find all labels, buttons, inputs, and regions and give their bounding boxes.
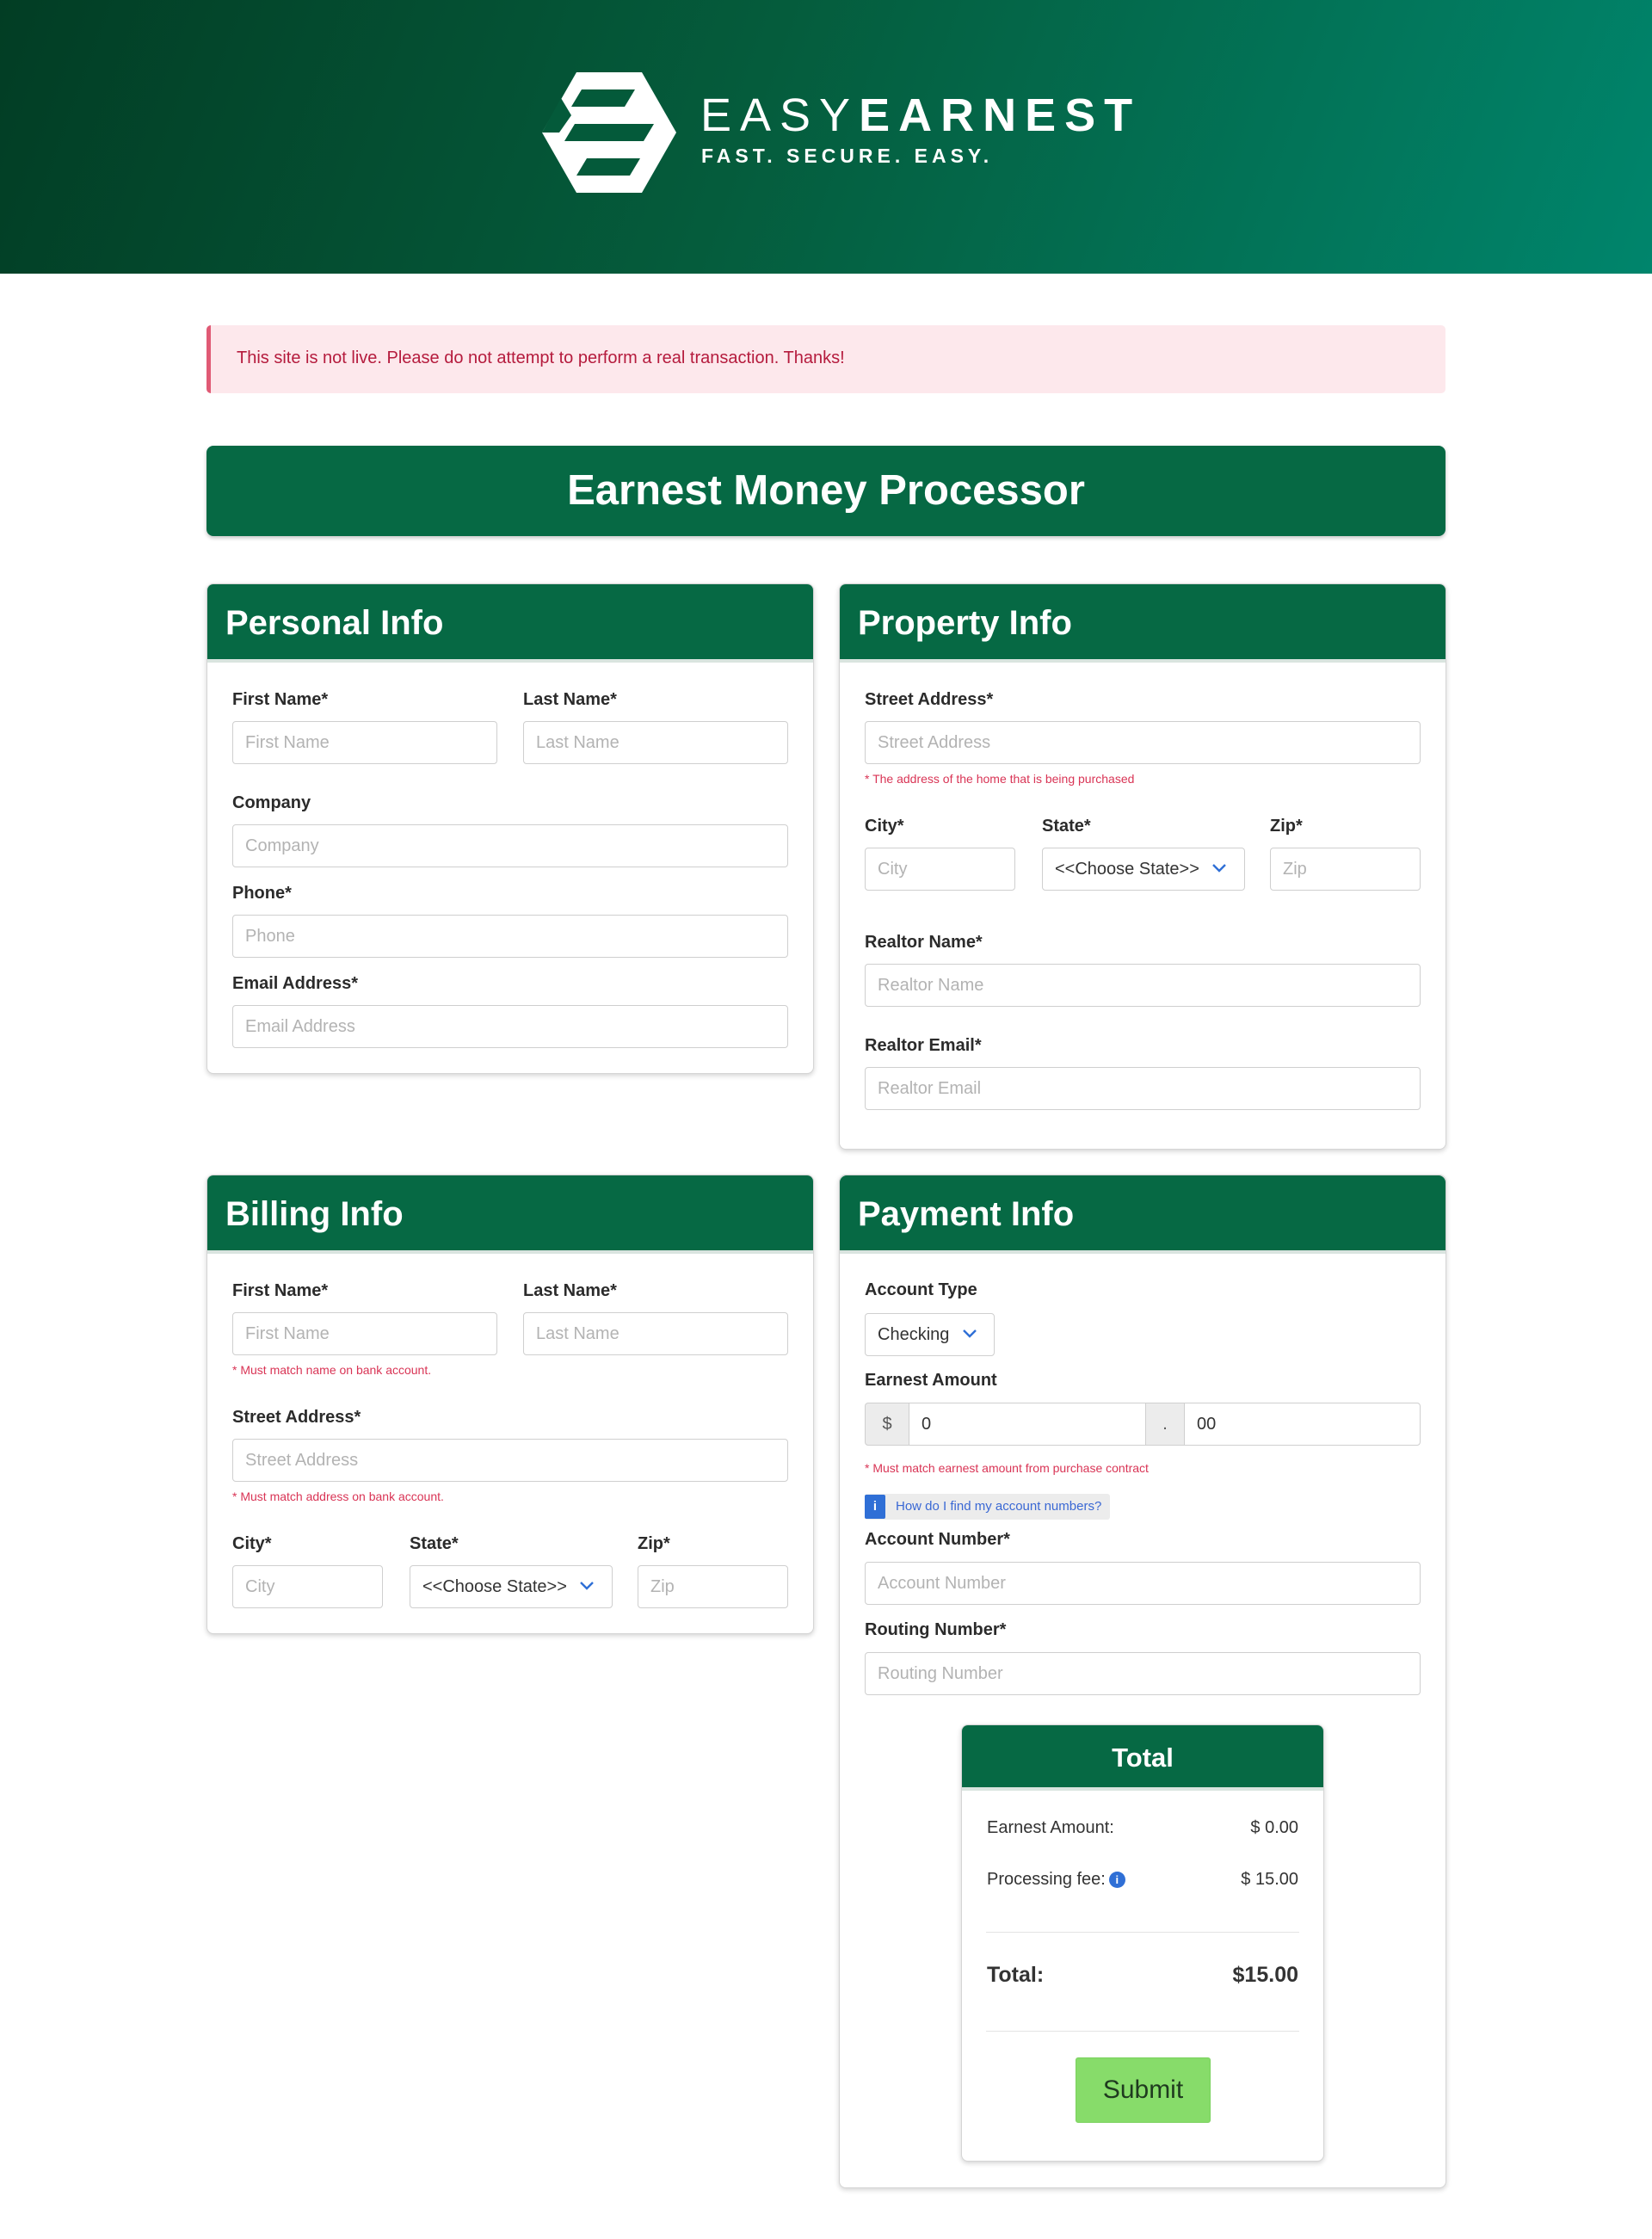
decimal-addon: . (1145, 1403, 1185, 1446)
realtor-name-input[interactable] (865, 964, 1421, 1007)
realtor-email-label: Realtor Email* (865, 1036, 982, 1055)
billing-street-label: Street Address* (232, 1408, 361, 1427)
phone-input[interactable] (232, 915, 788, 958)
info-icon: i (865, 1495, 885, 1519)
company-label: Company (232, 793, 311, 812)
brand-tagline: FAST. SECURE. EASY. (701, 145, 994, 167)
property-state-select[interactable]: <<Choose State>> (1042, 848, 1245, 891)
brand-name-light: EASY (700, 89, 860, 141)
billing-city-label: City* (232, 1534, 272, 1553)
page-title: Earnest Money Processor (206, 446, 1446, 536)
site-header: EASYEARNEST FAST. SECURE. EASY. (0, 0, 1652, 274)
billing-info-title: Billing Info (207, 1175, 813, 1254)
personal-first-name-label: First Name* (232, 690, 329, 709)
billing-zip-label: Zip* (638, 1534, 670, 1553)
account-type-value: Checking (878, 1325, 950, 1344)
property-info-title: Property Info (840, 584, 1446, 663)
property-city-label: City* (865, 817, 904, 836)
earnest-amount-label: Earnest Amount (865, 1371, 997, 1390)
personal-info-title: Personal Info (207, 584, 813, 663)
earnest-amount-hint: * Must match earnest amount from purchas… (865, 1461, 1149, 1475)
divider (986, 2031, 1299, 2032)
routing-number-label: Routing Number* (865, 1620, 1007, 1639)
property-zip-input[interactable] (1270, 848, 1421, 891)
company-input[interactable] (232, 824, 788, 867)
chevron-down-icon (963, 1329, 977, 1338)
account-numbers-help-text: How do I find my account numbers? (896, 1499, 1102, 1514)
total-title: Total (962, 1725, 1323, 1791)
billing-first-name-label: First Name* (232, 1281, 329, 1300)
earnest-amount-summary-label: Earnest Amount: (987, 1818, 1114, 1837)
total-card: Total Earnest Amount: $ 0.00 Processing … (961, 1724, 1324, 2162)
personal-info-card: Personal Info First Name* Last Name* Com… (206, 583, 814, 1074)
fee-info-icon[interactable]: i (1108, 1872, 1125, 1888)
total-value: $15.00 (1232, 1963, 1298, 1987)
processing-fee-value: $ 15.00 (1241, 1870, 1298, 1889)
amount-cents-input[interactable] (1184, 1403, 1421, 1446)
property-street-input[interactable] (865, 721, 1421, 764)
billing-name-hint: * Must match name on bank account. (232, 1363, 432, 1377)
realtor-name-label: Realtor Name* (865, 933, 983, 952)
billing-info-card: Billing Info First Name* Last Name* * Mu… (206, 1175, 814, 1634)
easyearnest-logo-icon (542, 72, 676, 193)
email-input[interactable] (232, 1005, 788, 1048)
personal-last-name-label: Last Name* (523, 690, 617, 709)
property-street-hint: * The address of the home that is being … (865, 772, 1135, 786)
property-info-card: Property Info Street Address* * The addr… (839, 583, 1446, 1150)
billing-zip-input[interactable] (638, 1565, 788, 1608)
divider (986, 1932, 1299, 1933)
account-number-input[interactable] (865, 1562, 1421, 1605)
billing-street-input[interactable] (232, 1439, 788, 1482)
property-state-label: State* (1042, 817, 1091, 836)
billing-state-value: <<Choose State>> (422, 1577, 567, 1596)
processing-fee-label: Processing fee: i (987, 1870, 1125, 1890)
billing-first-name-input[interactable] (232, 1312, 497, 1355)
routing-number-input[interactable] (865, 1652, 1421, 1695)
account-numbers-help-link[interactable]: i How do I find my account numbers? (865, 1494, 1111, 1520)
chevron-down-icon (1212, 864, 1226, 873)
billing-state-label: State* (410, 1534, 459, 1553)
account-type-select[interactable]: Checking (865, 1313, 995, 1356)
billing-street-hint: * Must match address on bank account. (232, 1490, 444, 1503)
personal-last-name-input[interactable] (523, 721, 788, 764)
amount-dollars-input[interactable] (909, 1403, 1146, 1446)
account-number-label: Account Number* (865, 1530, 1010, 1549)
phone-label: Phone* (232, 884, 292, 903)
billing-last-name-input[interactable] (523, 1312, 788, 1355)
property-zip-label: Zip* (1270, 817, 1303, 836)
chevron-down-icon (580, 1582, 594, 1590)
realtor-email-input[interactable] (865, 1067, 1421, 1110)
currency-addon: $ (865, 1403, 909, 1446)
submit-button[interactable]: Submit (1076, 2057, 1211, 2123)
email-label: Email Address* (232, 974, 358, 993)
brand-name: EASYEARNEST (700, 89, 1141, 141)
property-street-label: Street Address* (865, 690, 994, 709)
brand-name-bold: EARNEST (859, 89, 1142, 141)
billing-state-select[interactable]: <<Choose State>> (410, 1565, 613, 1608)
total-label: Total: (987, 1963, 1045, 1987)
personal-first-name-input[interactable] (232, 721, 497, 764)
property-city-input[interactable] (865, 848, 1015, 891)
processing-fee-text: Processing fee: (987, 1870, 1106, 1889)
property-state-value: <<Choose State>> (1055, 860, 1199, 879)
account-type-label: Account Type (865, 1280, 977, 1299)
not-live-alert: This site is not live. Please do not att… (206, 325, 1446, 393)
billing-last-name-label: Last Name* (523, 1281, 617, 1300)
billing-city-input[interactable] (232, 1565, 383, 1608)
payment-info-title: Payment Info (840, 1175, 1446, 1254)
earnest-amount-summary-value: $ 0.00 (1250, 1818, 1298, 1837)
